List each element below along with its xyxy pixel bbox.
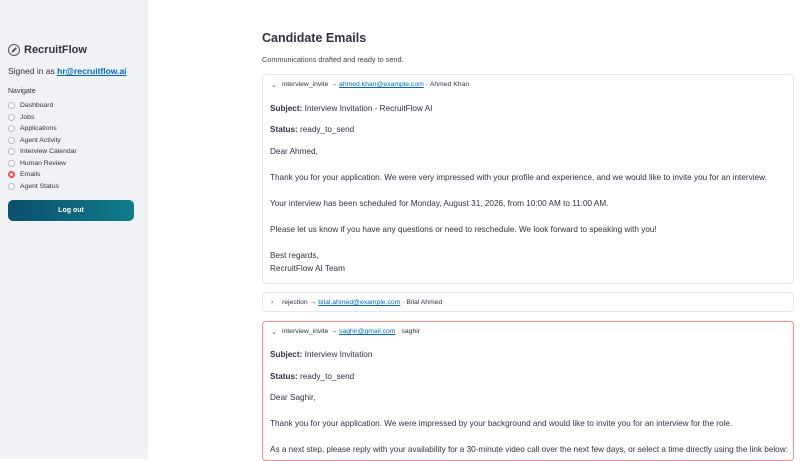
email-type: interview_invite [282,328,329,335]
nav-item-agent-activity[interactable]: Agent Activity [8,135,77,147]
nav-item-label: Agent Status [20,182,59,190]
email-expander-3: ⌄ interview_invite → saghir@gmail.com · … [262,321,794,461]
nav-item-label: Agent Activity [20,136,61,144]
compass-icon [8,44,20,56]
radio-icon[interactable] [8,113,15,121]
recipient-email-link[interactable]: bilal.ahmed@example.com [318,299,400,306]
nav-item-jobs[interactable]: Jobs [8,112,77,124]
nav-item-label: Interview Calendar [20,148,77,156]
radio-icon[interactable] [8,125,15,133]
logout-button[interactable]: Log out [8,200,134,221]
email-line: Dear Ahmed, [270,147,318,156]
nav-item-applications[interactable]: Applications [8,123,77,135]
nav-item-label: Applications [20,125,57,133]
signed-in-text: Signed in as hr@recruitflow.ai [8,66,127,76]
radio-icon[interactable] [8,182,15,190]
recipient-name: Bilal Ahmed [406,299,443,306]
separator: · [397,328,400,335]
email-line: Best regards, [270,251,319,260]
email-expander-2: › rejection → bilal.ahmed@example.com · … [262,292,794,312]
radio-selected-icon[interactable] [8,171,15,179]
chevron-down-icon: ⌄ [271,328,277,336]
nav-item-emails[interactable]: Emails [8,169,77,181]
email-line: RecruitFlow AI Team [270,264,345,273]
page-subtitle: Communications drafted and ready to send… [262,55,404,64]
email-status: Status: ready_to_send [270,125,355,134]
nav-item-interview-calendar[interactable]: Interview Calendar [8,146,77,158]
email-type: rejection [282,299,308,306]
recipient-name: saghir [401,328,420,335]
email-type: interview_invite [282,81,329,88]
radio-icon[interactable] [8,102,15,110]
separator: · [402,299,405,306]
email-line: Thank you for your application. We were … [270,173,767,182]
recipient-name: Ahmed Khan [429,81,470,88]
nav-item-label: Dashboard [20,102,54,110]
nav-radio-group: Dashboard Jobs Applications Agent Activi… [8,100,77,192]
radio-icon[interactable] [8,159,15,167]
email-expander-header[interactable]: ⌄ interview_invite → ahmed.khan@example.… [263,75,793,94]
email-expander-header[interactable]: ⌄ interview_invite → saghir@gmail.com · … [263,322,793,341]
recipient-email-link[interactable]: ahmed.khan@example.com [339,81,424,88]
nav-item-agent-status[interactable]: Agent Status [8,181,77,193]
nav-item-label: Jobs [20,113,35,121]
separator: · [425,81,428,88]
arrow-icon: → [330,81,338,88]
nav-item-label: Emails [20,171,41,179]
email-subject: Subject: Interview Invitation [270,350,373,359]
nav-title: Navigate [8,88,36,95]
radio-icon[interactable] [8,148,15,156]
nav-item-dashboard[interactable]: Dashboard [8,100,77,112]
nav-item-human-review[interactable]: Human Review [8,158,77,170]
sidebar: RecruitFlow Signed in as hr@recruitflow.… [0,0,148,459]
email-expander-header[interactable]: › rejection → bilal.ahmed@example.com · … [263,293,793,312]
arrow-icon: → [309,299,317,306]
chevron-down-icon: ⌄ [271,81,277,89]
email-line: Thank you for your application. We were … [270,419,733,428]
page-title: Candidate Emails [262,31,367,45]
brand: RecruitFlow [8,44,87,56]
email-subject: Subject: Interview Invitation - RecruitF… [270,104,433,113]
arrow-icon: → [330,328,338,335]
email-line: Please let us know if you have any quest… [270,225,657,234]
email-line: Dear Saghir, [270,393,316,402]
signed-in-email-link[interactable]: hr@recruitflow.ai [57,66,126,76]
chevron-right-icon: › [271,299,274,306]
recipient-email-link[interactable]: saghir@gmail.com [339,328,395,335]
brand-name: RecruitFlow [24,44,87,56]
email-status: Status: ready_to_send [270,372,355,381]
nav-item-label: Human Review [20,159,67,167]
email-line: Your interview has been scheduled for Mo… [270,199,609,208]
radio-icon[interactable] [8,136,15,144]
signed-in-prefix: Signed in as [8,66,55,76]
email-line: As a next step, please reply with your a… [270,445,788,454]
